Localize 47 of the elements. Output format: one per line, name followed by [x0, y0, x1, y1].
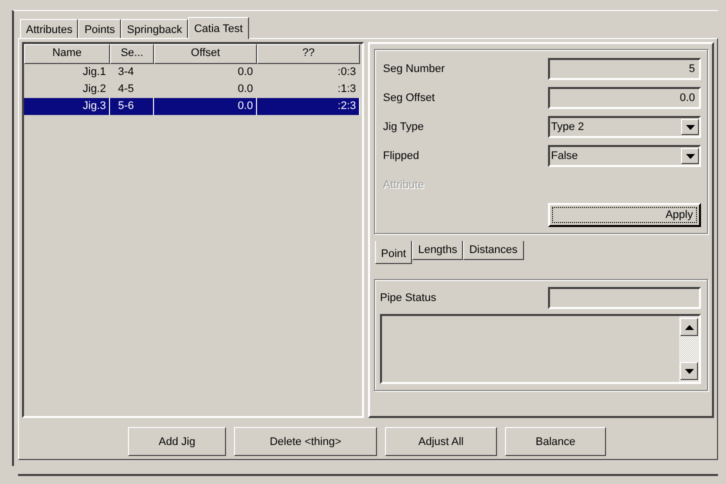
table-cell-text: :1:3 [336, 82, 357, 97]
tab[interactable]: Attributes [20, 19, 78, 38]
caret-icon [686, 124, 694, 130]
action-button[interactable]: Delete <thing> [234, 427, 377, 456]
action-button[interactable]: Balance [505, 427, 606, 456]
input-field[interactable]: 0.0 [548, 87, 701, 109]
scroll-down-button[interactable] [680, 362, 698, 380]
table-cell-text: 4-5 [117, 82, 135, 97]
text-area[interactable] [380, 314, 701, 384]
tab[interactable]: Springback [121, 19, 188, 38]
table-cell-text: 0.0 [236, 82, 254, 97]
scrollbar[interactable] [679, 316, 699, 382]
caret-icon [684, 324, 694, 330]
tab[interactable]: Lengths [412, 241, 464, 260]
field-label: Flipped [383, 150, 420, 162]
action-button[interactable]: Adjust All [385, 427, 497, 456]
table-cell-text: Jig.1 [82, 65, 107, 80]
input-field[interactable]: 5 [548, 58, 701, 80]
table-cell-text: Jig.2 [82, 82, 107, 97]
table-cell: Jig.3 [24, 98, 110, 115]
field-label: Pipe Status [380, 292, 436, 304]
dropdown[interactable]: False [548, 145, 701, 167]
table-cell-text: 0.0 [236, 65, 254, 80]
apply-button[interactable]: Apply [548, 203, 701, 227]
action-button[interactable]: Add Jig [128, 427, 226, 456]
tab[interactable]: Catia Test [188, 17, 249, 39]
column-header[interactable]: ?? [257, 44, 360, 64]
column-header[interactable]: Name [24, 44, 110, 64]
caret-icon [686, 154, 694, 158]
scroll-up-button[interactable] [680, 318, 698, 336]
table-cell: 0.0 [154, 98, 257, 115]
tab[interactable]: Points [78, 19, 122, 38]
jig-table[interactable]: Name Se... Offset ?? Jig.1 3-4 0.0 :0:3 Jig.2 4-5 0.0 :1:3 Jig.3 5-6 0.0 :2:3 [22, 42, 364, 418]
caret-icon [684, 368, 694, 374]
table-cell: :2:3 [257, 98, 360, 115]
dropdown[interactable]: Type 2 [548, 116, 701, 138]
field-label: Seg Number [383, 63, 445, 75]
table-cell-text: :0:3 [336, 65, 357, 80]
field-label: Jig Type [383, 121, 424, 133]
table-cell: 5-6 [110, 98, 154, 115]
column-header[interactable]: Se... [110, 44, 154, 64]
tab[interactable]: Point [375, 241, 412, 264]
column-header[interactable]: Offset [154, 44, 257, 64]
table-cell-text: 3-4 [117, 65, 135, 80]
input-field[interactable] [548, 287, 701, 309]
tab[interactable]: Distances [463, 241, 524, 260]
field-label: Seg Offset [383, 92, 435, 104]
